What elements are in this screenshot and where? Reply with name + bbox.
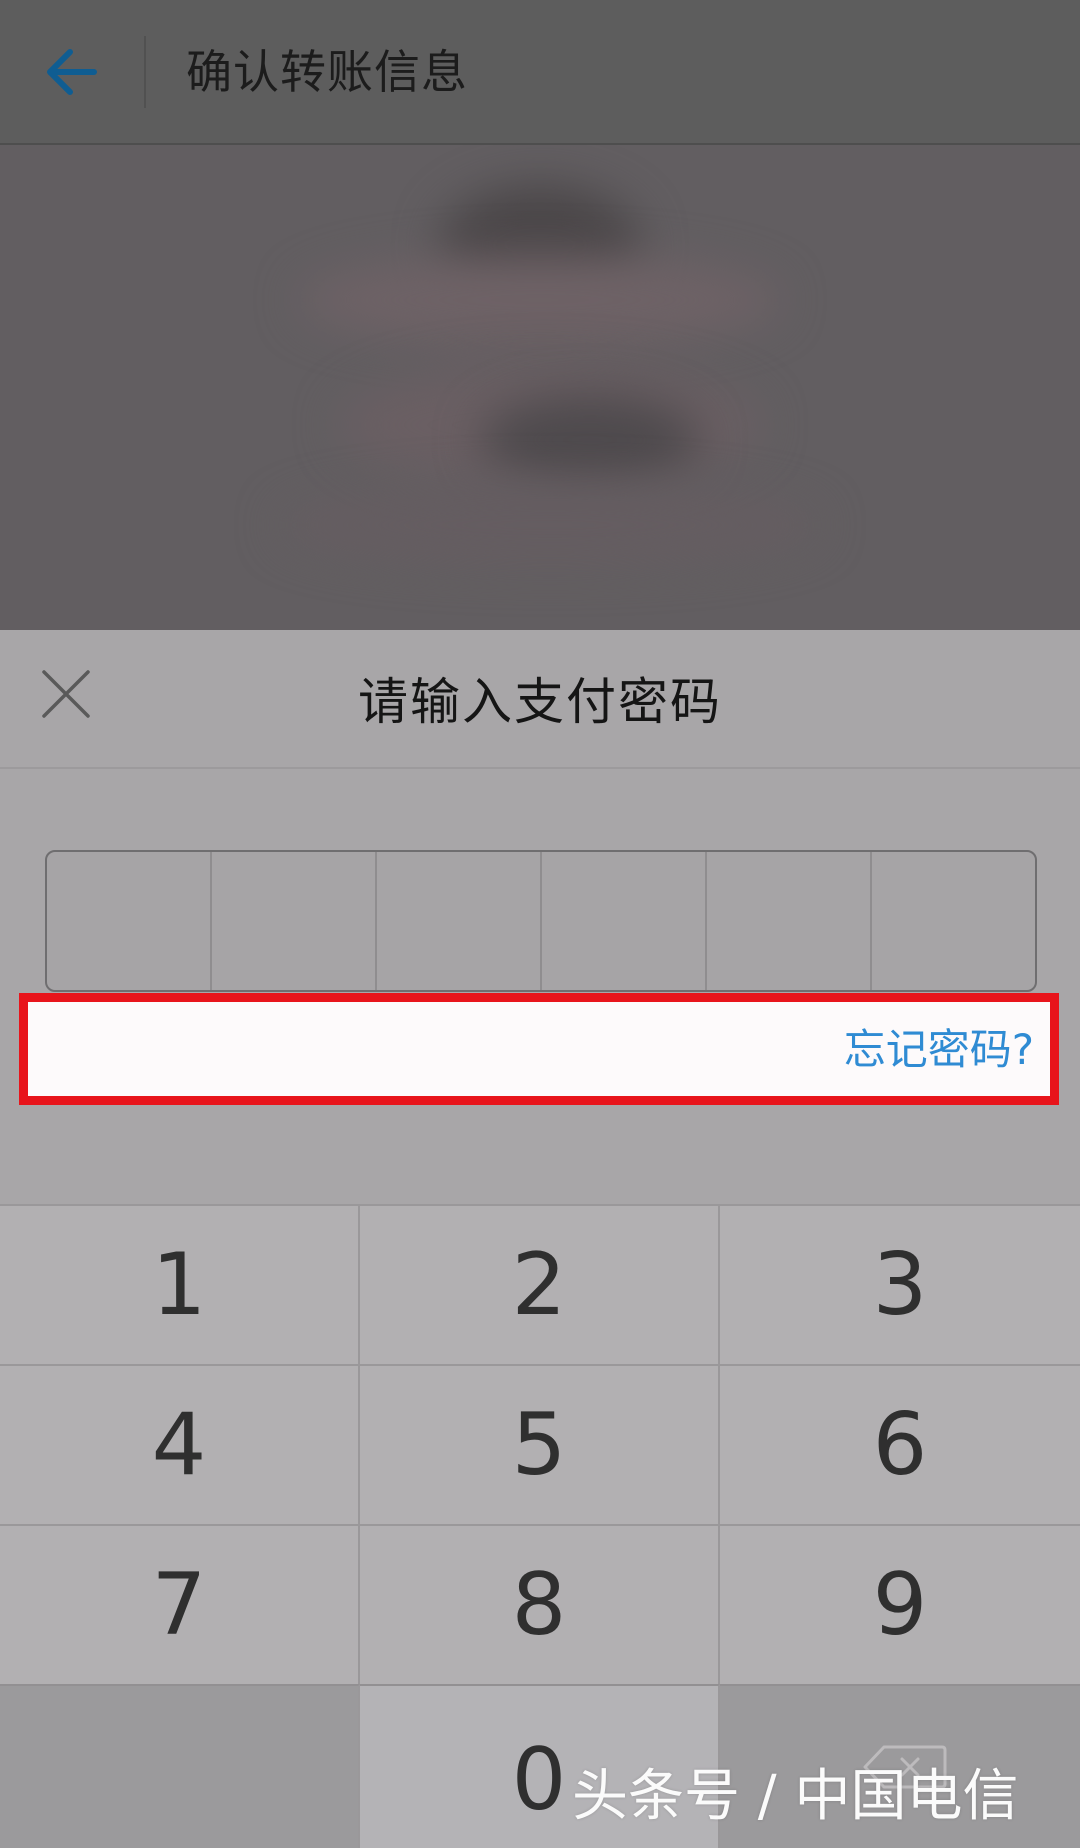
pin-cell-3 [377,852,542,990]
pin-cell-6 [872,852,1035,990]
pin-input[interactable] [45,850,1037,992]
pin-cell-2 [212,852,377,990]
forgot-password-highlight: 忘记密码? [19,993,1059,1105]
key-4[interactable]: 4 [0,1364,360,1524]
sheet-title: 请输入支付密码 [358,673,722,731]
blurred-detail [480,395,700,485]
key-2[interactable]: 2 [360,1204,720,1364]
key-6[interactable]: 6 [720,1364,1080,1524]
blurred-name [300,255,780,345]
appbar-divider [144,36,146,108]
pin-cell-1 [47,852,212,990]
pin-cell-5 [707,852,872,990]
page-title: 确认转账信息 [186,45,468,99]
watermark: 头条号 / 中国电信 [572,1764,1019,1829]
blurred-transfer-info [0,145,1080,630]
blurred-footer [280,485,820,565]
key-1[interactable]: 1 [0,1204,360,1364]
sheet-header: 请输入支付密码 [0,630,1080,769]
key-7[interactable]: 7 [0,1524,360,1684]
key-5[interactable]: 5 [360,1364,720,1524]
key-3[interactable]: 3 [720,1204,1080,1364]
key-8[interactable]: 8 [360,1524,720,1684]
app-bar: 确认转账信息 [0,0,1080,145]
numeric-keypad: 1 2 3 4 5 6 7 8 9 0 [0,1204,1080,1848]
key-9[interactable]: 9 [720,1524,1080,1684]
pin-cell-4 [542,852,707,990]
key-blank [0,1684,360,1848]
arrow-left-icon[interactable] [36,36,108,108]
forgot-password-link[interactable]: 忘记密码? [844,1020,1034,1080]
